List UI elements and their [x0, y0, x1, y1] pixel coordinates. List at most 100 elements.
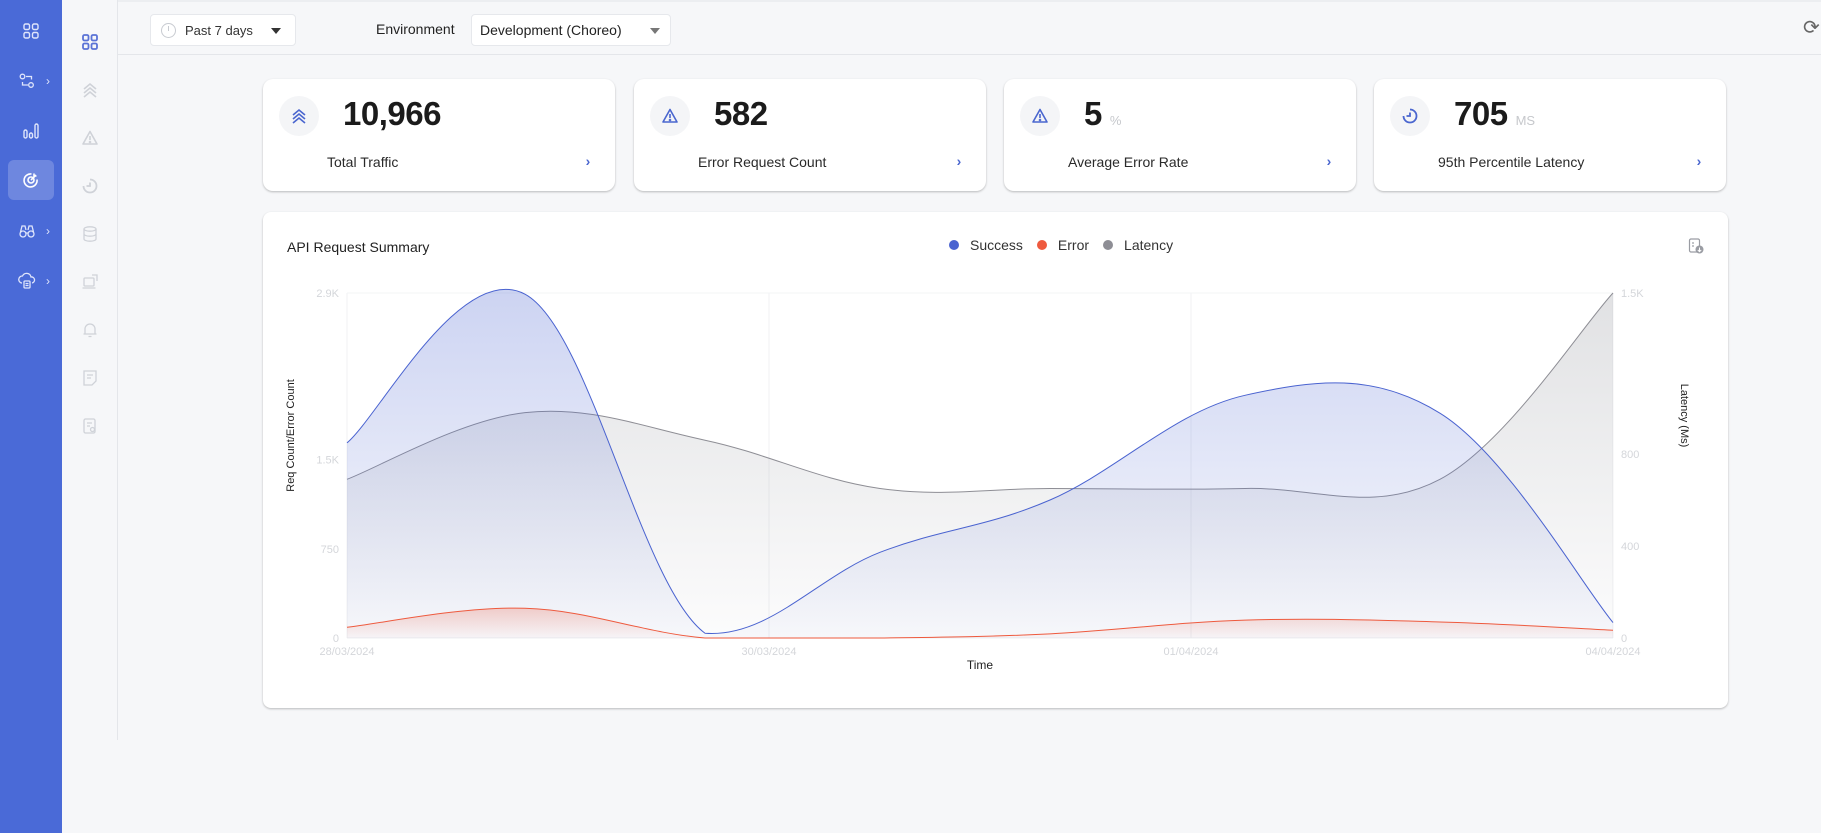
legend-dot-latency [1103, 240, 1114, 250]
y-tick-label: 750 [321, 544, 339, 556]
y2-tick-label: 400 [1621, 541, 1639, 553]
chart-title: API Request Summary [287, 239, 430, 255]
legend-success[interactable]: Success [949, 237, 1023, 253]
y-tick-label: 2.9K [316, 288, 339, 300]
database-icon [81, 225, 99, 243]
x-tick-label: 04/04/2024 [1585, 646, 1640, 658]
environment-select[interactable]: Development (Choreo) [471, 14, 671, 46]
subnav-item-device[interactable] [79, 271, 101, 293]
metric-label: Error Request Count [698, 154, 827, 170]
bar-chart-icon [22, 122, 40, 140]
x-tick-label: 28/03/2024 [319, 646, 374, 658]
time-range-value: Past 7 days [185, 22, 253, 38]
log-document-icon [81, 369, 99, 387]
rail-item-cloud-settings[interactable]: › [8, 261, 54, 301]
latency-clock-icon [1390, 96, 1430, 136]
metric-card-95th-percentile-latency: 705 MS 95th Percentile Latency › [1374, 79, 1726, 191]
y2-tick-label: 800 [1621, 449, 1639, 461]
bell-icon [81, 321, 99, 339]
traffic-icon [279, 96, 319, 136]
target-icon [22, 171, 40, 189]
metric-label: Total Traffic [327, 154, 399, 170]
rail-item-binoculars[interactable]: › [8, 211, 54, 251]
latency-clock-icon [81, 177, 99, 195]
metric-card-total-traffic: 10,966 Total Traffic › [263, 79, 615, 191]
secondary-nav [62, 0, 118, 740]
subnav-item-database[interactable] [79, 223, 101, 245]
chevron-right-icon: › [46, 274, 50, 288]
view-details-button[interactable]: › [1684, 146, 1714, 176]
device-icon [81, 273, 99, 291]
rail-item-integration-flow[interactable]: › [8, 61, 54, 101]
metric-card-average-error-rate: 5% Average Error Rate › [1004, 79, 1356, 191]
api-request-summary-panel: 0 750 1.5K 2.9K 0 400 800 1.5K 28/03/2024 30/03/2… [263, 212, 1728, 708]
primary-nav-rail: › › › [0, 0, 62, 833]
subnav-item-latency-clock[interactable] [79, 175, 101, 197]
rail-item-bar-chart[interactable] [8, 111, 54, 151]
toolbar: Past 7 days Environment Development (Cho… [118, 0, 1821, 55]
dashboard-grid-icon [22, 22, 40, 40]
chart-legend: Success Error Latency [949, 237, 1173, 253]
export-report-icon[interactable] [1688, 238, 1704, 254]
time-range-select[interactable]: Past 7 days [150, 14, 296, 46]
subnav-item-warning[interactable] [79, 127, 101, 149]
metric-number: 582 [714, 95, 768, 132]
y2-tick-label: 0 [1621, 633, 1627, 645]
metric-label: 95th Percentile Latency [1438, 154, 1585, 170]
api-request-chart: 0 750 1.5K 2.9K 0 400 800 1.5K 28/03/2024 30/03/2… [285, 288, 1690, 672]
metric-value: 705 MS [1454, 95, 1535, 133]
chevron-right-icon: › [46, 224, 50, 238]
legend-label: Success [970, 237, 1023, 253]
cloud-settings-icon [18, 272, 36, 290]
x-tick-label: 30/03/2024 [741, 646, 796, 658]
view-details-button[interactable]: › [1314, 146, 1344, 176]
warning-icon [81, 129, 99, 147]
metric-label: Average Error Rate [1068, 154, 1189, 170]
chevron-right-icon: › [46, 74, 50, 88]
y-tick-label: 0 [333, 633, 339, 645]
warning-icon [1020, 96, 1060, 136]
rail-item-target[interactable] [8, 160, 54, 200]
y2-axis-title: Latency (Ms) [1678, 384, 1690, 448]
binoculars-icon [18, 222, 36, 240]
caret-down-icon [271, 28, 281, 34]
subnav-item-overview-grid[interactable] [79, 31, 101, 53]
subnav-item-log-document[interactable] [79, 367, 101, 389]
metric-number: 5 [1084, 95, 1102, 132]
legend-label: Error [1057, 237, 1090, 253]
clock-icon [161, 22, 176, 38]
warning-icon [650, 96, 690, 136]
subnav-item-report-settings[interactable] [79, 415, 101, 437]
environment-value: Development (Choreo) [480, 22, 622, 38]
legend-dot-success [949, 240, 959, 250]
subnav-item-traffic[interactable] [79, 79, 101, 101]
subnav-item-bell[interactable] [79, 319, 101, 341]
legend-error[interactable]: Error [1036, 237, 1090, 253]
view-details-button[interactable]: › [944, 146, 974, 176]
view-details-button[interactable]: › [573, 146, 603, 176]
metric-number: 10,966 [343, 95, 441, 132]
metric-number: 705 [1454, 95, 1508, 132]
legend-label: Latency [1124, 237, 1174, 253]
x-tick-label: 01/04/2024 [1163, 646, 1218, 658]
legend-dot-error [1036, 240, 1047, 250]
y-tick-label: 1.5K [316, 455, 339, 467]
x-axis-title: Time [967, 658, 994, 672]
integration-flow-icon [18, 72, 36, 90]
metric-card-error-request-count: 582 Error Request Count › [634, 79, 986, 191]
traffic-icon [81, 81, 99, 99]
metric-value: 10,966 [343, 95, 441, 133]
success-area [347, 289, 1613, 638]
metric-value: 5% [1084, 95, 1121, 133]
metric-value: 582 [714, 95, 768, 133]
report-settings-icon [81, 417, 99, 435]
metric-unit: % [1109, 113, 1122, 128]
y-axis-title: Req Count/Error Count [285, 379, 297, 492]
caret-down-icon [650, 28, 660, 34]
rail-item-dashboard-grid[interactable] [8, 11, 54, 51]
y2-tick-label: 1.5K [1621, 288, 1644, 300]
refresh-icon[interactable]: ⟳ [1803, 18, 1821, 38]
metric-unit: MS [1515, 113, 1536, 128]
overview-grid-icon [81, 33, 99, 51]
legend-latency[interactable]: Latency [1103, 237, 1173, 253]
